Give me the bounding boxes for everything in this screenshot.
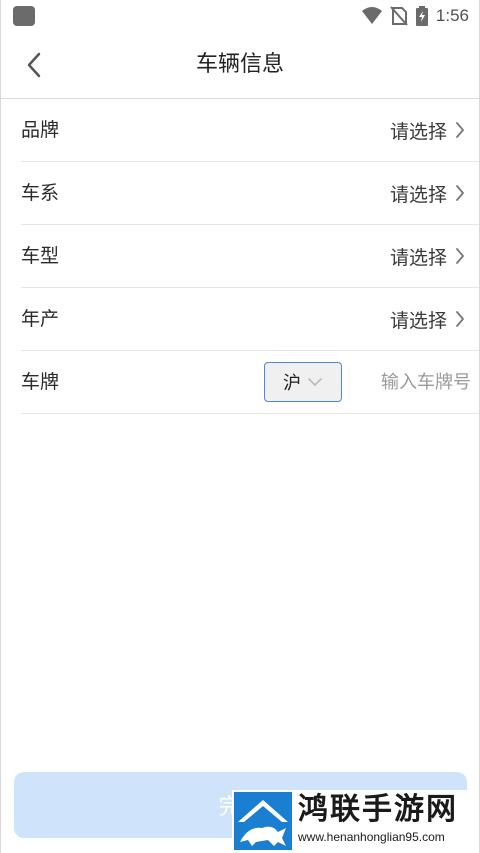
wifi-icon	[361, 7, 382, 24]
chevron-right-icon	[456, 248, 464, 264]
chevron-left-icon	[27, 52, 41, 78]
series-label: 车系	[21, 182, 60, 204]
watermark-name: 鸿联手游网	[298, 792, 458, 827]
status-bar: 1:56	[1, 0, 479, 32]
plate-label: 车牌	[21, 371, 60, 393]
plate-number-input[interactable]	[351, 362, 471, 402]
year-label: 年产	[21, 308, 60, 330]
series-select[interactable]: 请选择	[390, 162, 465, 224]
brand-label: 品牌	[21, 119, 60, 141]
back-button[interactable]	[19, 50, 49, 80]
watermark-text: 鸿联手游网 www.henanhonglian95.com	[298, 790, 458, 844]
brand-select[interactable]: 请选择	[390, 99, 465, 161]
header: 车辆信息	[1, 32, 479, 99]
year-value: 请选择	[389, 309, 447, 332]
chevron-right-icon	[456, 311, 464, 327]
chevron-down-icon	[308, 378, 322, 386]
form-row-series: 车系 请选择	[21, 162, 479, 225]
form-row-year: 年产 请选择	[21, 288, 479, 351]
status-time: 1:56	[435, 6, 469, 25]
no-sim-icon	[390, 6, 408, 26]
series-value: 请选择	[389, 183, 447, 206]
brand-value: 请选择	[389, 120, 447, 143]
vehicle-form: 品牌 请选择 车系 请选择 车型 请选择 年产 请选择 车牌 沪 输入车牌号	[21, 99, 479, 414]
model-value: 请选择	[389, 246, 447, 269]
model-label: 车型	[21, 245, 60, 267]
form-row-brand: 品牌 请选择	[21, 99, 479, 162]
chevron-right-icon	[456, 185, 464, 201]
model-select[interactable]: 请选择	[390, 225, 465, 287]
watermark-domain: www.henanhonglian95.com	[298, 830, 445, 844]
watermark-logo-icon	[234, 792, 292, 850]
province-select[interactable]: 沪	[264, 362, 342, 402]
year-select[interactable]: 请选择	[390, 288, 465, 350]
app-notification-icon	[13, 6, 35, 26]
chevron-right-icon	[456, 122, 464, 138]
page-title: 车辆信息	[195, 52, 284, 77]
battery-charging-icon	[415, 6, 428, 26]
form-row-model: 车型 请选择	[21, 225, 479, 288]
form-row-plate: 车牌 沪	[21, 351, 479, 414]
status-icons: 1:56	[361, 4, 469, 28]
watermark: 鸿联手游网 www.henanhonglian95.com	[232, 790, 479, 852]
province-value: 沪	[283, 373, 301, 394]
